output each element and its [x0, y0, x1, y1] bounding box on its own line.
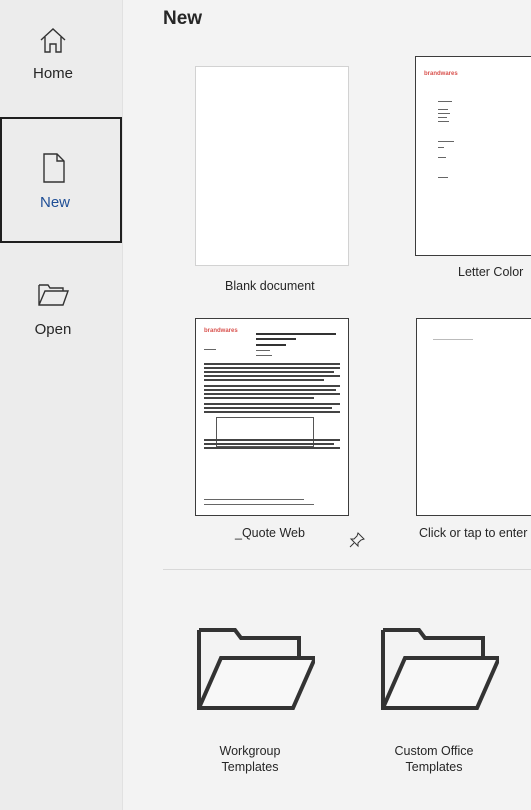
- folder-icon[interactable]: [195, 628, 315, 712]
- brand-logo: brandwares: [424, 71, 458, 77]
- main-panel: New Blank document brandwares Letter Col…: [123, 0, 531, 810]
- template-blank-document[interactable]: [195, 66, 349, 266]
- new-document-icon: [43, 153, 65, 183]
- sidebar-item-label-open: Open: [34, 321, 72, 338]
- template-label-quote-web: _Quote Web: [235, 526, 305, 540]
- sidebar-item-label-home: Home: [32, 65, 73, 82]
- brand-logo: brandwares: [204, 328, 238, 334]
- sidebar-item-open[interactable]: Open: [0, 250, 122, 376]
- folder-label-custom-office: Custom Office Templates: [394, 744, 474, 774]
- home-icon: [40, 28, 66, 53]
- sidebar-item-home[interactable]: Home: [0, 0, 122, 126]
- sidebar-item-label-new: New: [39, 194, 70, 211]
- folder-icon[interactable]: [379, 628, 499, 712]
- page-title: New: [163, 8, 203, 29]
- sidebar-item-new[interactable]: New: [0, 117, 122, 243]
- sidebar: Home New Open: [0, 0, 123, 810]
- section-divider: [163, 569, 531, 570]
- pin-icon[interactable]: [349, 532, 365, 548]
- folder-label-workgroup: Workgroup Templates: [219, 744, 281, 774]
- template-label-blank-document: Blank document: [225, 279, 315, 293]
- template-label-letter-color: Letter Color: [458, 265, 524, 279]
- template-letter-color[interactable]: brandwares: [415, 56, 531, 256]
- template-label-click-or-tap: Click or tap to enter a: [419, 526, 531, 540]
- open-folder-icon: [38, 284, 69, 306]
- template-quote-web[interactable]: brandwares: [195, 318, 349, 516]
- template-click-or-tap[interactable]: [416, 318, 531, 516]
